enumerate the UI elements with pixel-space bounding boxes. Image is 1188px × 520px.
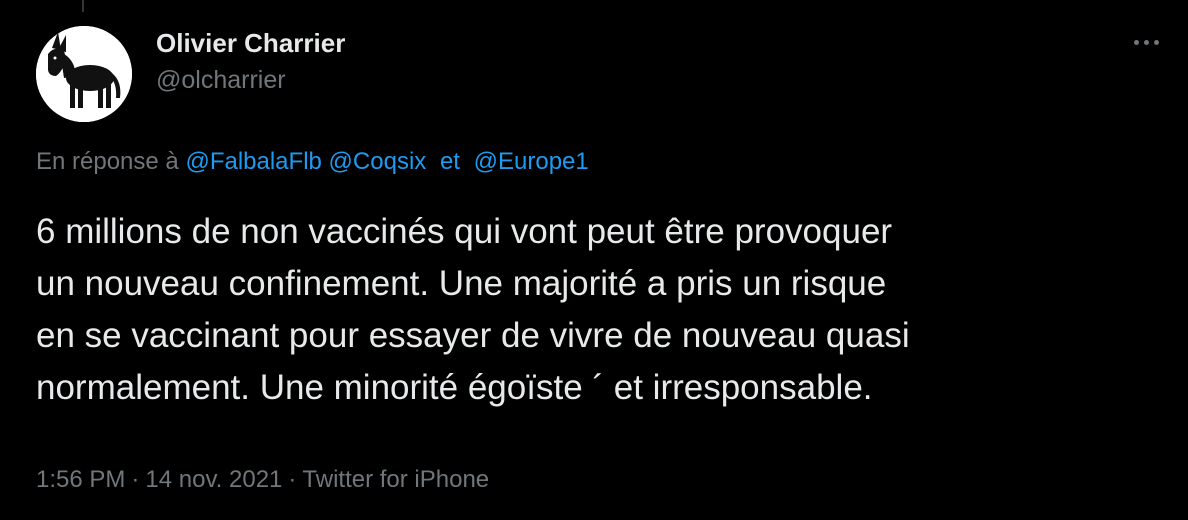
tweet-text-line: en se vaccinant pour essayer de vivre de… [36, 316, 910, 355]
tweet-text-line: 6 millions de non vaccinés qui vont peut… [36, 212, 893, 251]
meta-separator: · [131, 466, 140, 493]
more-dot-icon [1153, 39, 1159, 45]
tweet-text-line: normalement. Une minorité égoïste ´ et i… [36, 368, 873, 407]
more-options-button[interactable] [1126, 30, 1166, 54]
reply-context: En réponse à @FalbalaFlb @Coqsix et @Eur… [36, 148, 589, 176]
more-dot-icon [1143, 39, 1149, 45]
author-display-name[interactable]: Olivier Charrier [156, 28, 345, 59]
reply-conjunction: et [439, 148, 460, 175]
thread-connector-line [82, 0, 84, 12]
tweet-time[interactable]: 1:56 PM [36, 466, 125, 493]
author-handle[interactable]: @olcharrier [156, 66, 286, 95]
tweet-text-line: un nouveau confinement. Une majorité a p… [36, 264, 887, 303]
mention-link-coqsix[interactable]: @Coqsix [329, 148, 427, 175]
mention-link-europe1[interactable]: @Europe1 [474, 148, 589, 175]
tweet-metadata: 1:56 PM · 14 nov. 2021 · Twitter for iPhone [36, 466, 489, 494]
avatar[interactable] [36, 26, 132, 122]
reply-prefix: En réponse à [36, 148, 179, 175]
meta-separator: · [288, 466, 297, 493]
mention-link-falbalaflb[interactable]: @FalbalaFlb [185, 148, 321, 175]
tweet-source[interactable]: Twitter for iPhone [302, 466, 489, 493]
donkey-icon [36, 26, 132, 122]
more-dot-icon [1133, 39, 1139, 45]
tweet-date[interactable]: 14 nov. 2021 [145, 466, 282, 493]
tweet-text: 6 millions de non vaccinés qui vont peut… [36, 206, 1166, 414]
